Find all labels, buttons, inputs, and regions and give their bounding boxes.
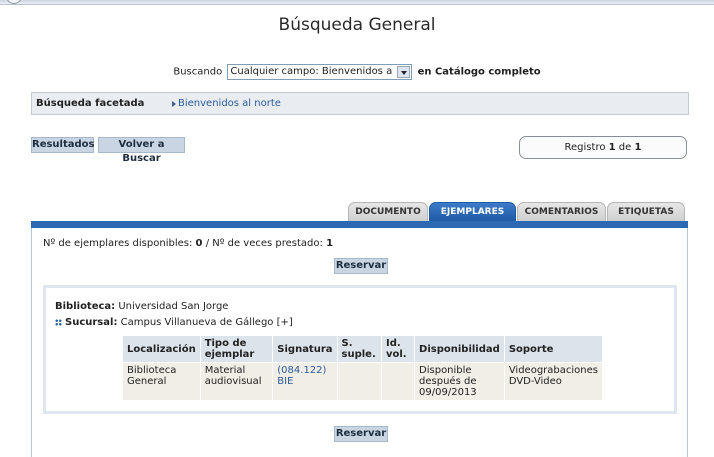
faceted-search-bar: Búsqueda facetada Bienvenidos al norte <box>31 92 689 115</box>
table-header-row: Localización Tipo de ejemplar Signatura … <box>122 335 604 363</box>
table-row: Biblioteca General Material audiovisual (0… <box>122 362 604 401</box>
chevron-down-icon[interactable] <box>397 66 411 78</box>
cell-volume <box>380 362 416 401</box>
col-tipo: Tipo de ejemplar <box>199 335 274 363</box>
library-line: Biblioteca: Universidad San Jorge <box>55 301 229 312</box>
search-field-value: Cualquier campo: Bienvenidos al norte/ <box>230 66 393 77</box>
col-signatura: Signatura <box>272 335 338 363</box>
reserve-button-top[interactable]: Reservar <box>334 258 388 274</box>
cell-location: Biblioteca General <box>122 362 201 401</box>
branch-expand-link[interactable]: [+] <box>277 317 293 328</box>
reserve-button-bottom[interactable]: Reservar <box>334 426 388 442</box>
loaned-count: 1 <box>326 238 334 249</box>
search-scope: en Catálogo completo <box>417 66 541 78</box>
page-title: Búsqueda General <box>278 15 436 35</box>
col-s-suple: S. suple. <box>336 335 382 363</box>
grip-dots-icon <box>55 318 62 326</box>
cell-signature[interactable]: (084.122) BIE <box>272 362 338 401</box>
search-field-select[interactable]: Cualquier campo: Bienvenidos al norte/ <box>227 64 413 80</box>
library-label: Biblioteca <box>55 301 112 312</box>
available-label: Nº de ejemplares disponibles: <box>43 238 193 249</box>
tab-panel-header <box>31 221 688 228</box>
record-current: 1 <box>608 142 616 153</box>
results-button[interactable]: Resultados <box>31 137 95 153</box>
tab-documento[interactable]: DOCUMENTO <box>348 202 428 221</box>
tab-ejemplares[interactable]: EJEMPLARES <box>429 202 516 221</box>
copies-stats: Nº de ejemplares disponibles: 0 / Nº de … <box>43 238 333 249</box>
cell-availability: Disponible después de 09/09/2013 <box>414 362 505 401</box>
branch-label: Sucursal <box>65 317 114 328</box>
branch-name: Campus Villanueva de Gállego <box>120 317 274 328</box>
search-label: Buscando <box>173 66 223 78</box>
cell-type: Material audiovisual <box>199 362 274 401</box>
back-circle-icon[interactable] <box>6 0 22 4</box>
loaned-label: Nº de veces prestado: <box>212 238 323 249</box>
record-total: 1 <box>634 142 642 153</box>
library-name: Universidad San Jorge <box>118 301 229 312</box>
record-prefix: Registro <box>564 142 606 153</box>
col-id-vol: Id. vol. <box>380 335 416 363</box>
available-count: 0 <box>195 238 203 249</box>
cell-supplement <box>336 362 382 401</box>
triangle-right-icon <box>172 101 176 107</box>
copies-table: Localización Tipo de ejemplar Signatura … <box>122 335 604 401</box>
search-summary: Buscando Cualquier campo: Bienvenidos al… <box>0 64 714 80</box>
branch-line: Sucursal: Campus Villanueva de Gállego [… <box>55 317 293 328</box>
back-to-search-button[interactable]: Volver a Buscar <box>98 137 185 164</box>
facet-link[interactable]: Bienvenidos al norte <box>178 98 281 109</box>
record-of: de <box>618 142 632 153</box>
stats-separator: / <box>205 238 210 249</box>
col-disponibilidad: Disponibilidad <box>414 335 505 363</box>
faceted-search-heading: Búsqueda facetada <box>36 98 145 109</box>
tab-etiquetas[interactable]: ETIQUETAS <box>607 202 685 221</box>
record-counter: Registro 1 de 1 <box>519 136 687 159</box>
browser-top-bar <box>0 0 714 5</box>
tab-comentarios[interactable]: COMENTARIOS <box>517 202 606 221</box>
col-soporte: Soporte <box>503 335 604 363</box>
cell-support: Videograbaciones DVD-Video <box>503 362 604 401</box>
col-localizacion: Localización <box>122 335 201 363</box>
